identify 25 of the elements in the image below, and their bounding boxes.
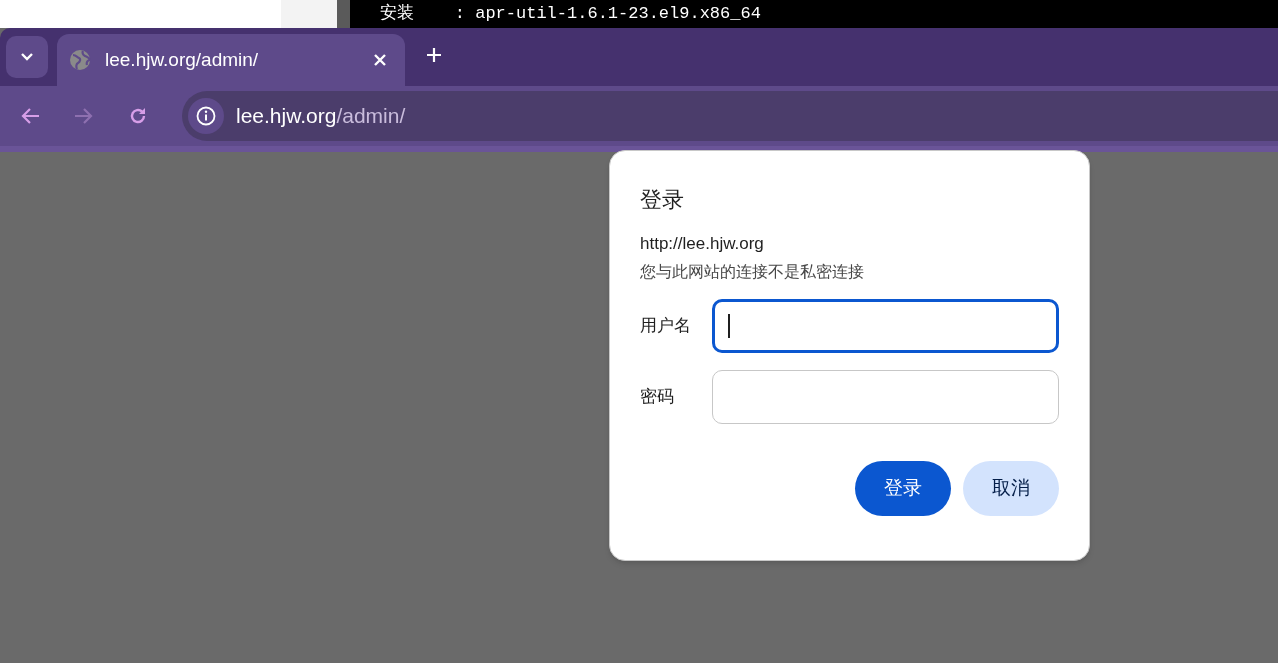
- site-info-icon[interactable]: [188, 98, 224, 134]
- forward-arrow-icon: [74, 107, 94, 125]
- tab-title: lee.hjw.org/admin/: [105, 47, 260, 72]
- terminal-line: 安装 : apr-util-1.6.1-23.el9.x86_64: [380, 4, 761, 23]
- window-border: [337, 0, 350, 28]
- back-arrow-icon: [20, 107, 40, 125]
- tab-list-button[interactable]: [6, 36, 48, 78]
- input-field[interactable]: [712, 299, 1059, 353]
- privacy-warning: 您与此网站的连接不是私密连接: [640, 262, 865, 282]
- url-text: lee.hjw.org/admin/: [236, 103, 406, 130]
- text-cursor: [728, 314, 730, 338]
- site-origin: http://lee.hjw.org: [640, 233, 765, 255]
- plus-icon: [426, 47, 442, 63]
- close-icon: [373, 53, 387, 67]
- login-button[interactable]: 登录: [855, 461, 951, 516]
- input-field[interactable]: [712, 370, 1059, 424]
- dialog-title: 登录: [640, 186, 685, 214]
- field-label: 密码: [640, 386, 675, 409]
- reload-icon: [128, 106, 148, 126]
- browser-tab[interactable]: lee.hjw.org/admin/: [57, 34, 405, 86]
- globe-icon: [69, 49, 91, 71]
- field-label: 用户名: [640, 315, 692, 338]
- cancel-button[interactable]: 取消: [963, 461, 1059, 516]
- address-bar[interactable]: lee.hjw.org/admin/: [182, 91, 1278, 141]
- chevron-down-icon: [20, 52, 34, 62]
